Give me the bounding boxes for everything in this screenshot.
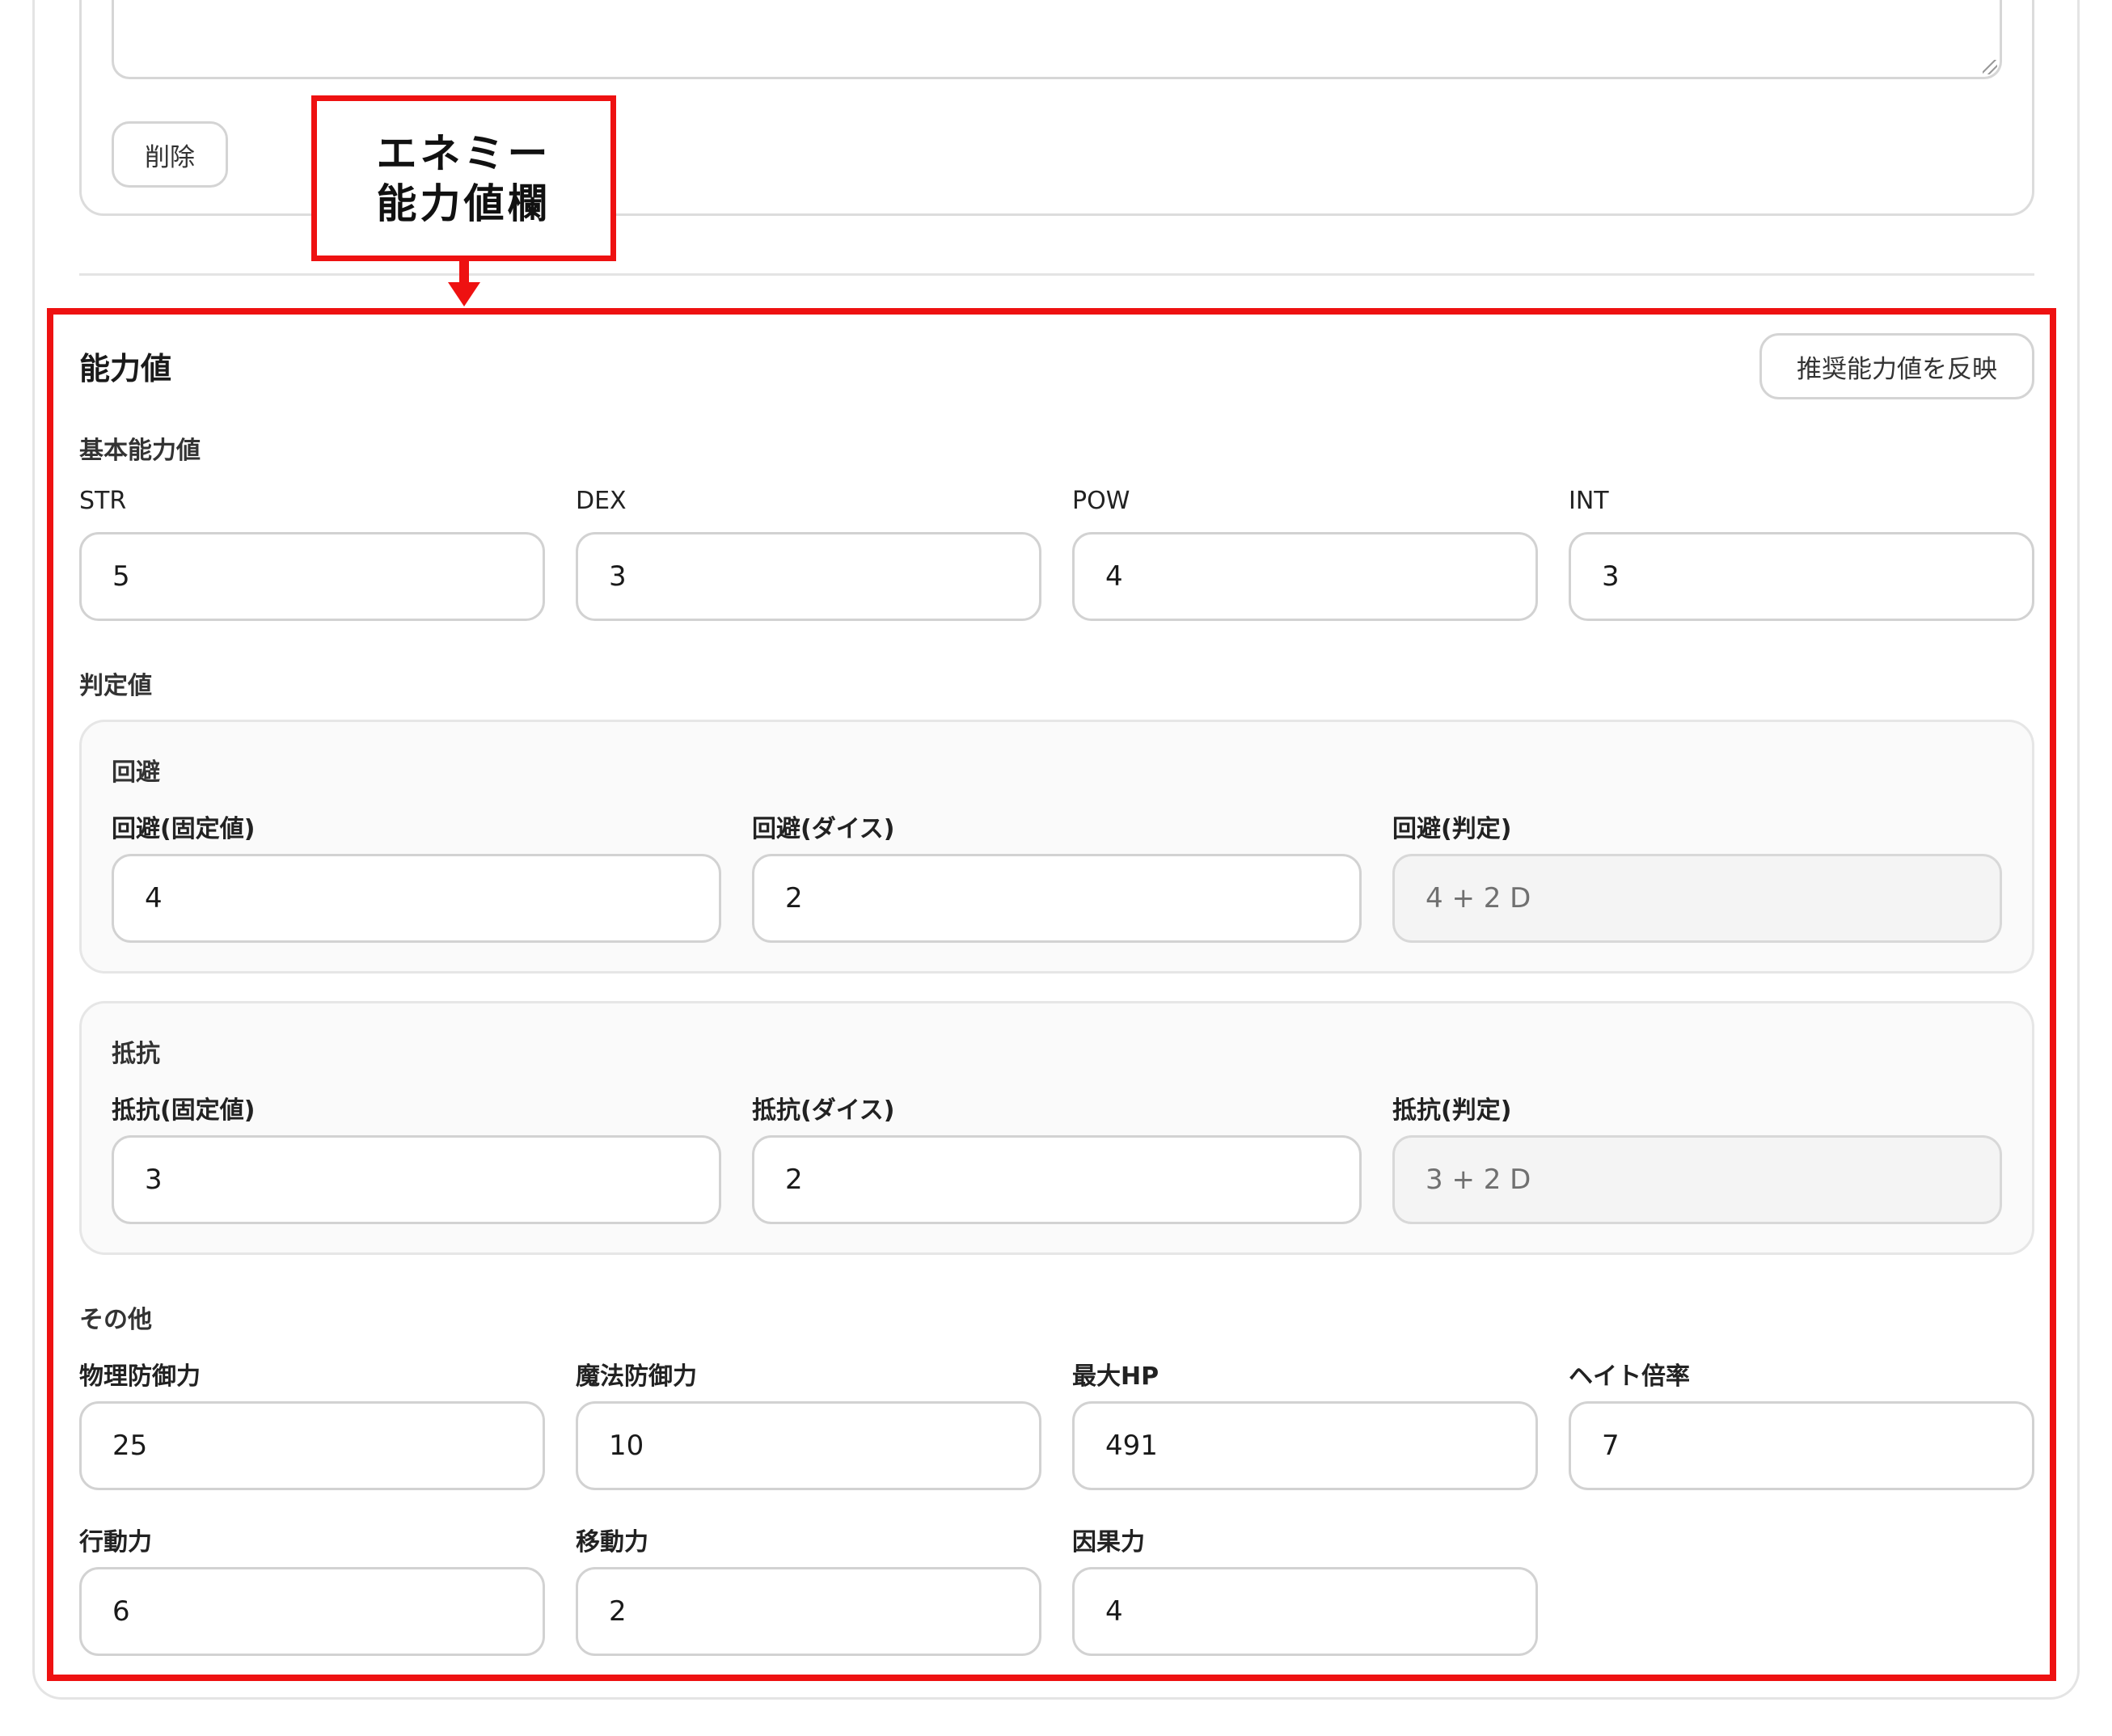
evasion-dice-label: 回避(ダイス)	[752, 815, 895, 843]
resistance-fixed-input[interactable]	[112, 1135, 721, 1224]
other-heading: その他	[79, 1306, 152, 1334]
pow-input[interactable]	[1072, 532, 1538, 621]
evasion-fixed-input[interactable]	[112, 854, 721, 943]
resistance-result-field	[1392, 1135, 2002, 1224]
action-power-label: 行動力	[79, 1528, 152, 1556]
apply-recommended-abilities-button[interactable]: 推奨能力値を反映	[1759, 333, 2034, 399]
resistance-dice-label: 抵抗(ダイス)	[752, 1096, 895, 1125]
resistance-heading: 抵抗	[112, 1040, 160, 1068]
evasion-result-field	[1392, 854, 2002, 943]
int-input[interactable]	[1569, 532, 2034, 621]
abilities-title: 能力値	[79, 351, 172, 386]
hate-multiplier-label: ヘイト倍率	[1569, 1362, 1690, 1391]
movement-label: 移動力	[576, 1528, 648, 1556]
int-label: INT	[1569, 487, 1609, 515]
hate-multiplier-input[interactable]	[1569, 1401, 2034, 1490]
karma-input[interactable]	[1072, 1567, 1538, 1656]
notes-textarea[interactable]	[112, 0, 2002, 79]
callout-arrow-head	[448, 282, 480, 306]
delete-button[interactable]: 削除	[112, 121, 228, 188]
max-hp-input[interactable]	[1072, 1401, 1538, 1490]
resistance-result-label: 抵抗(判定)	[1392, 1096, 1512, 1125]
karma-label: 因果力	[1072, 1528, 1145, 1556]
resistance-dice-input[interactable]	[752, 1135, 1362, 1224]
section-divider	[79, 273, 2034, 276]
action-power-input[interactable]	[79, 1567, 545, 1656]
callout-line1: エネミー	[376, 129, 551, 177]
callout-line2: 能力値欄	[376, 180, 551, 227]
physical-defense-input[interactable]	[79, 1401, 545, 1490]
physical-defense-label: 物理防御力	[79, 1362, 201, 1391]
textarea-resize-handle[interactable]	[1983, 60, 1997, 74]
resistance-fixed-label: 抵抗(固定値)	[112, 1096, 256, 1125]
callout-box: エネミー 能力値欄	[311, 95, 616, 261]
pow-label: POW	[1072, 487, 1130, 515]
evasion-dice-input[interactable]	[752, 854, 1362, 943]
evasion-result-label: 回避(判定)	[1392, 815, 1512, 843]
evasion-heading: 回避	[112, 758, 160, 787]
dex-label: DEX	[576, 487, 627, 515]
magic-defense-input[interactable]	[576, 1401, 1041, 1490]
max-hp-label: 最大HP	[1072, 1362, 1159, 1391]
judgement-heading: 判定値	[79, 672, 152, 700]
movement-input[interactable]	[576, 1567, 1041, 1656]
callout-arrow	[459, 261, 469, 284]
str-input[interactable]	[79, 532, 545, 621]
evasion-fixed-label: 回避(固定値)	[112, 815, 256, 843]
str-label: STR	[79, 487, 127, 515]
basic-abilities-heading: 基本能力値	[79, 437, 201, 465]
dex-input[interactable]	[576, 532, 1041, 621]
magic-defense-label: 魔法防御力	[576, 1362, 697, 1391]
